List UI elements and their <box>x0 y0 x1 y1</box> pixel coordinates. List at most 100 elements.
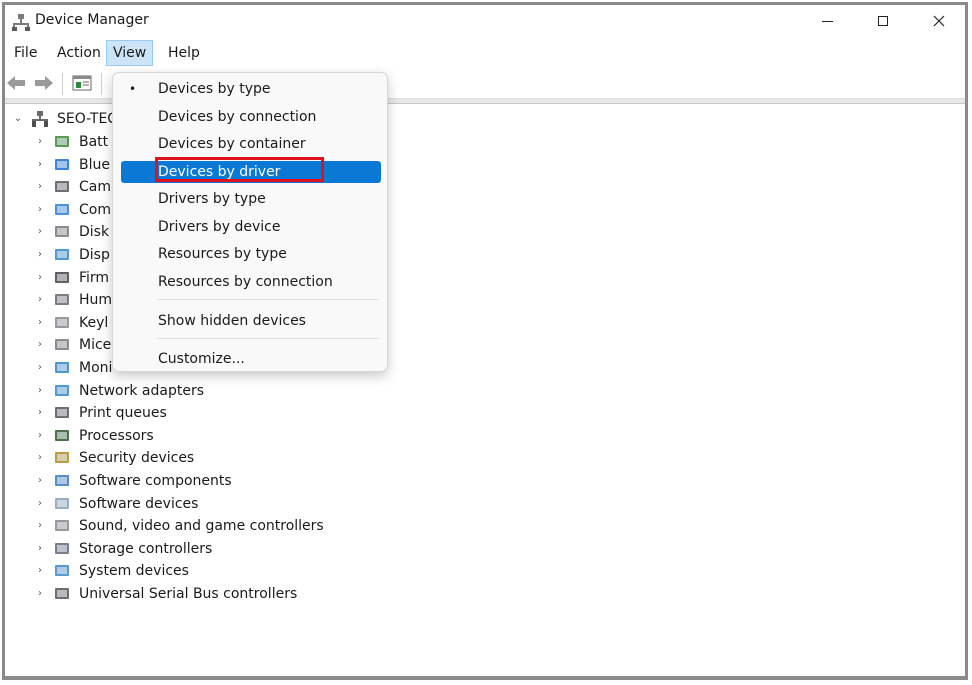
speaker-icon <box>55 520 69 532</box>
tree-item-label: Keyl <box>79 314 109 331</box>
tree-item-label: Security devices <box>79 450 195 467</box>
tree-item-label: Mice <box>79 337 112 354</box>
tree-item-label: Storage controllers <box>79 540 213 557</box>
chevron-right-icon[interactable]: › <box>35 363 45 373</box>
chevron-down-icon[interactable]: ⌄ <box>13 114 23 124</box>
computer-icon <box>55 203 69 215</box>
highlight-outline <box>155 157 324 182</box>
bluetooth-icon <box>55 158 69 170</box>
tree-item-label: Software components <box>79 473 232 489</box>
minimize-button[interactable] <box>799 5 855 37</box>
properties-icon[interactable] <box>71 73 93 93</box>
view-menu-item-label: Resources by connection <box>158 274 333 290</box>
printer-icon <box>55 407 69 419</box>
view-menu-item-label: Resources by type <box>158 246 287 262</box>
tree-item-label: Software devices <box>79 495 199 512</box>
chevron-right-icon[interactable]: › <box>35 340 45 350</box>
menu-action[interactable]: Action <box>51 41 107 65</box>
menu-view[interactable]: View <box>106 40 154 66</box>
view-menu-item-label: Devices by type <box>158 81 271 97</box>
tree-item-label: Disp <box>79 247 110 263</box>
view-menu-item[interactable]: Drivers by device <box>121 216 381 238</box>
view-menu-item-label: Drivers by type <box>158 191 266 207</box>
back-arrow-icon[interactable] <box>5 73 27 93</box>
menu-bar: File Action View Help <box>5 40 965 66</box>
chevron-right-icon[interactable]: › <box>35 250 45 260</box>
view-menu-item[interactable]: Devices by container <box>121 133 381 155</box>
chevron-right-icon[interactable]: › <box>35 272 45 283</box>
chevron-right-icon[interactable]: › <box>35 453 45 463</box>
view-menu-item[interactable]: Devices by driver <box>121 157 381 183</box>
tree-item-label: Blue <box>79 156 110 173</box>
chevron-right-icon[interactable]: › <box>35 204 45 215</box>
tree-item-label: Sound, video and game controllers <box>79 518 324 535</box>
chevron-right-icon[interactable]: › <box>35 498 45 509</box>
chevron-right-icon[interactable]: › <box>35 385 45 396</box>
firmware-icon <box>55 271 69 283</box>
mouse-icon <box>55 339 69 351</box>
chevron-right-icon[interactable]: › <box>35 430 45 441</box>
close-icon <box>933 15 945 27</box>
tree-item-label: System devices <box>79 563 189 580</box>
tree-root-label: SEO-TEC <box>57 111 118 127</box>
toolbar-separator <box>101 73 102 95</box>
display-adapter-icon <box>55 249 69 260</box>
storage-controller-icon <box>55 542 69 554</box>
view-menu-item-label: Devices by connection <box>158 109 317 125</box>
software-device-icon <box>55 497 69 509</box>
monitor-icon <box>55 362 69 373</box>
menu-file[interactable]: File <box>8 41 43 65</box>
tree-item-label: Cam <box>79 179 111 196</box>
battery-icon <box>55 136 69 147</box>
camera-icon <box>55 181 69 193</box>
view-menu-item[interactable]: Devices by connection <box>121 106 381 128</box>
usb-icon <box>55 588 69 599</box>
tree-item-label: Processors <box>79 427 154 444</box>
show-hidden-devices-label: Show hidden devices <box>158 313 306 329</box>
computer-icon <box>32 111 48 127</box>
view-menu-item[interactable]: Resources by type <box>121 243 381 265</box>
menu-help[interactable]: Help <box>162 41 206 65</box>
network-adapter-icon <box>55 384 69 396</box>
chevron-right-icon[interactable]: › <box>35 408 45 418</box>
chevron-right-icon[interactable]: › <box>35 137 45 147</box>
customize-item[interactable]: Customize... <box>121 348 381 370</box>
chevron-right-icon[interactable]: › <box>35 182 45 192</box>
device-manager-window: Device Manager File Action View Help ⌄ SE… <box>2 2 968 680</box>
chevron-right-icon[interactable]: › <box>35 317 45 328</box>
chevron-right-icon[interactable]: › <box>35 521 45 531</box>
view-menu-item-label: Devices by container <box>158 136 306 152</box>
minimize-icon <box>821 20 833 22</box>
view-menu-item-label: Drivers by device <box>158 219 281 235</box>
menu-separator <box>157 338 379 339</box>
title-bar: Device Manager <box>5 5 965 39</box>
tree-item-label: Batt <box>79 134 109 150</box>
chevron-right-icon[interactable]: › <box>35 543 45 554</box>
keyboard-icon <box>55 316 69 328</box>
chevron-right-icon[interactable]: › <box>35 566 45 576</box>
show-hidden-devices-item[interactable]: Show hidden devices <box>121 310 381 332</box>
system-device-icon <box>55 565 69 577</box>
window-title: Device Manager <box>35 12 149 28</box>
maximize-button[interactable] <box>855 5 911 37</box>
tree-item-label: Universal Serial Bus controllers <box>79 586 298 602</box>
close-button[interactable] <box>911 5 967 37</box>
device-manager-icon <box>12 14 30 31</box>
chevron-right-icon[interactable]: › <box>35 227 45 237</box>
security-device-icon <box>55 452 69 464</box>
chevron-right-icon[interactable]: › <box>35 295 45 305</box>
view-menu-item[interactable]: • Devices by type <box>121 78 381 100</box>
chevron-right-icon[interactable]: › <box>35 476 45 486</box>
view-menu-item[interactable]: Resources by connection <box>121 271 381 293</box>
tree-item-label: Com <box>79 201 111 218</box>
chevron-right-icon[interactable]: › <box>35 589 45 599</box>
forward-arrow-icon[interactable] <box>33 73 55 93</box>
chevron-right-icon[interactable]: › <box>35 159 45 170</box>
tree-item-label: Firm <box>79 269 110 286</box>
menu-separator <box>157 299 379 300</box>
toolbar-separator <box>62 73 63 95</box>
view-menu-item[interactable]: Drivers by type <box>121 188 381 210</box>
human-interface-icon <box>55 294 69 306</box>
processor-icon <box>55 429 69 441</box>
tree-item-label: Network adapters <box>79 382 204 399</box>
